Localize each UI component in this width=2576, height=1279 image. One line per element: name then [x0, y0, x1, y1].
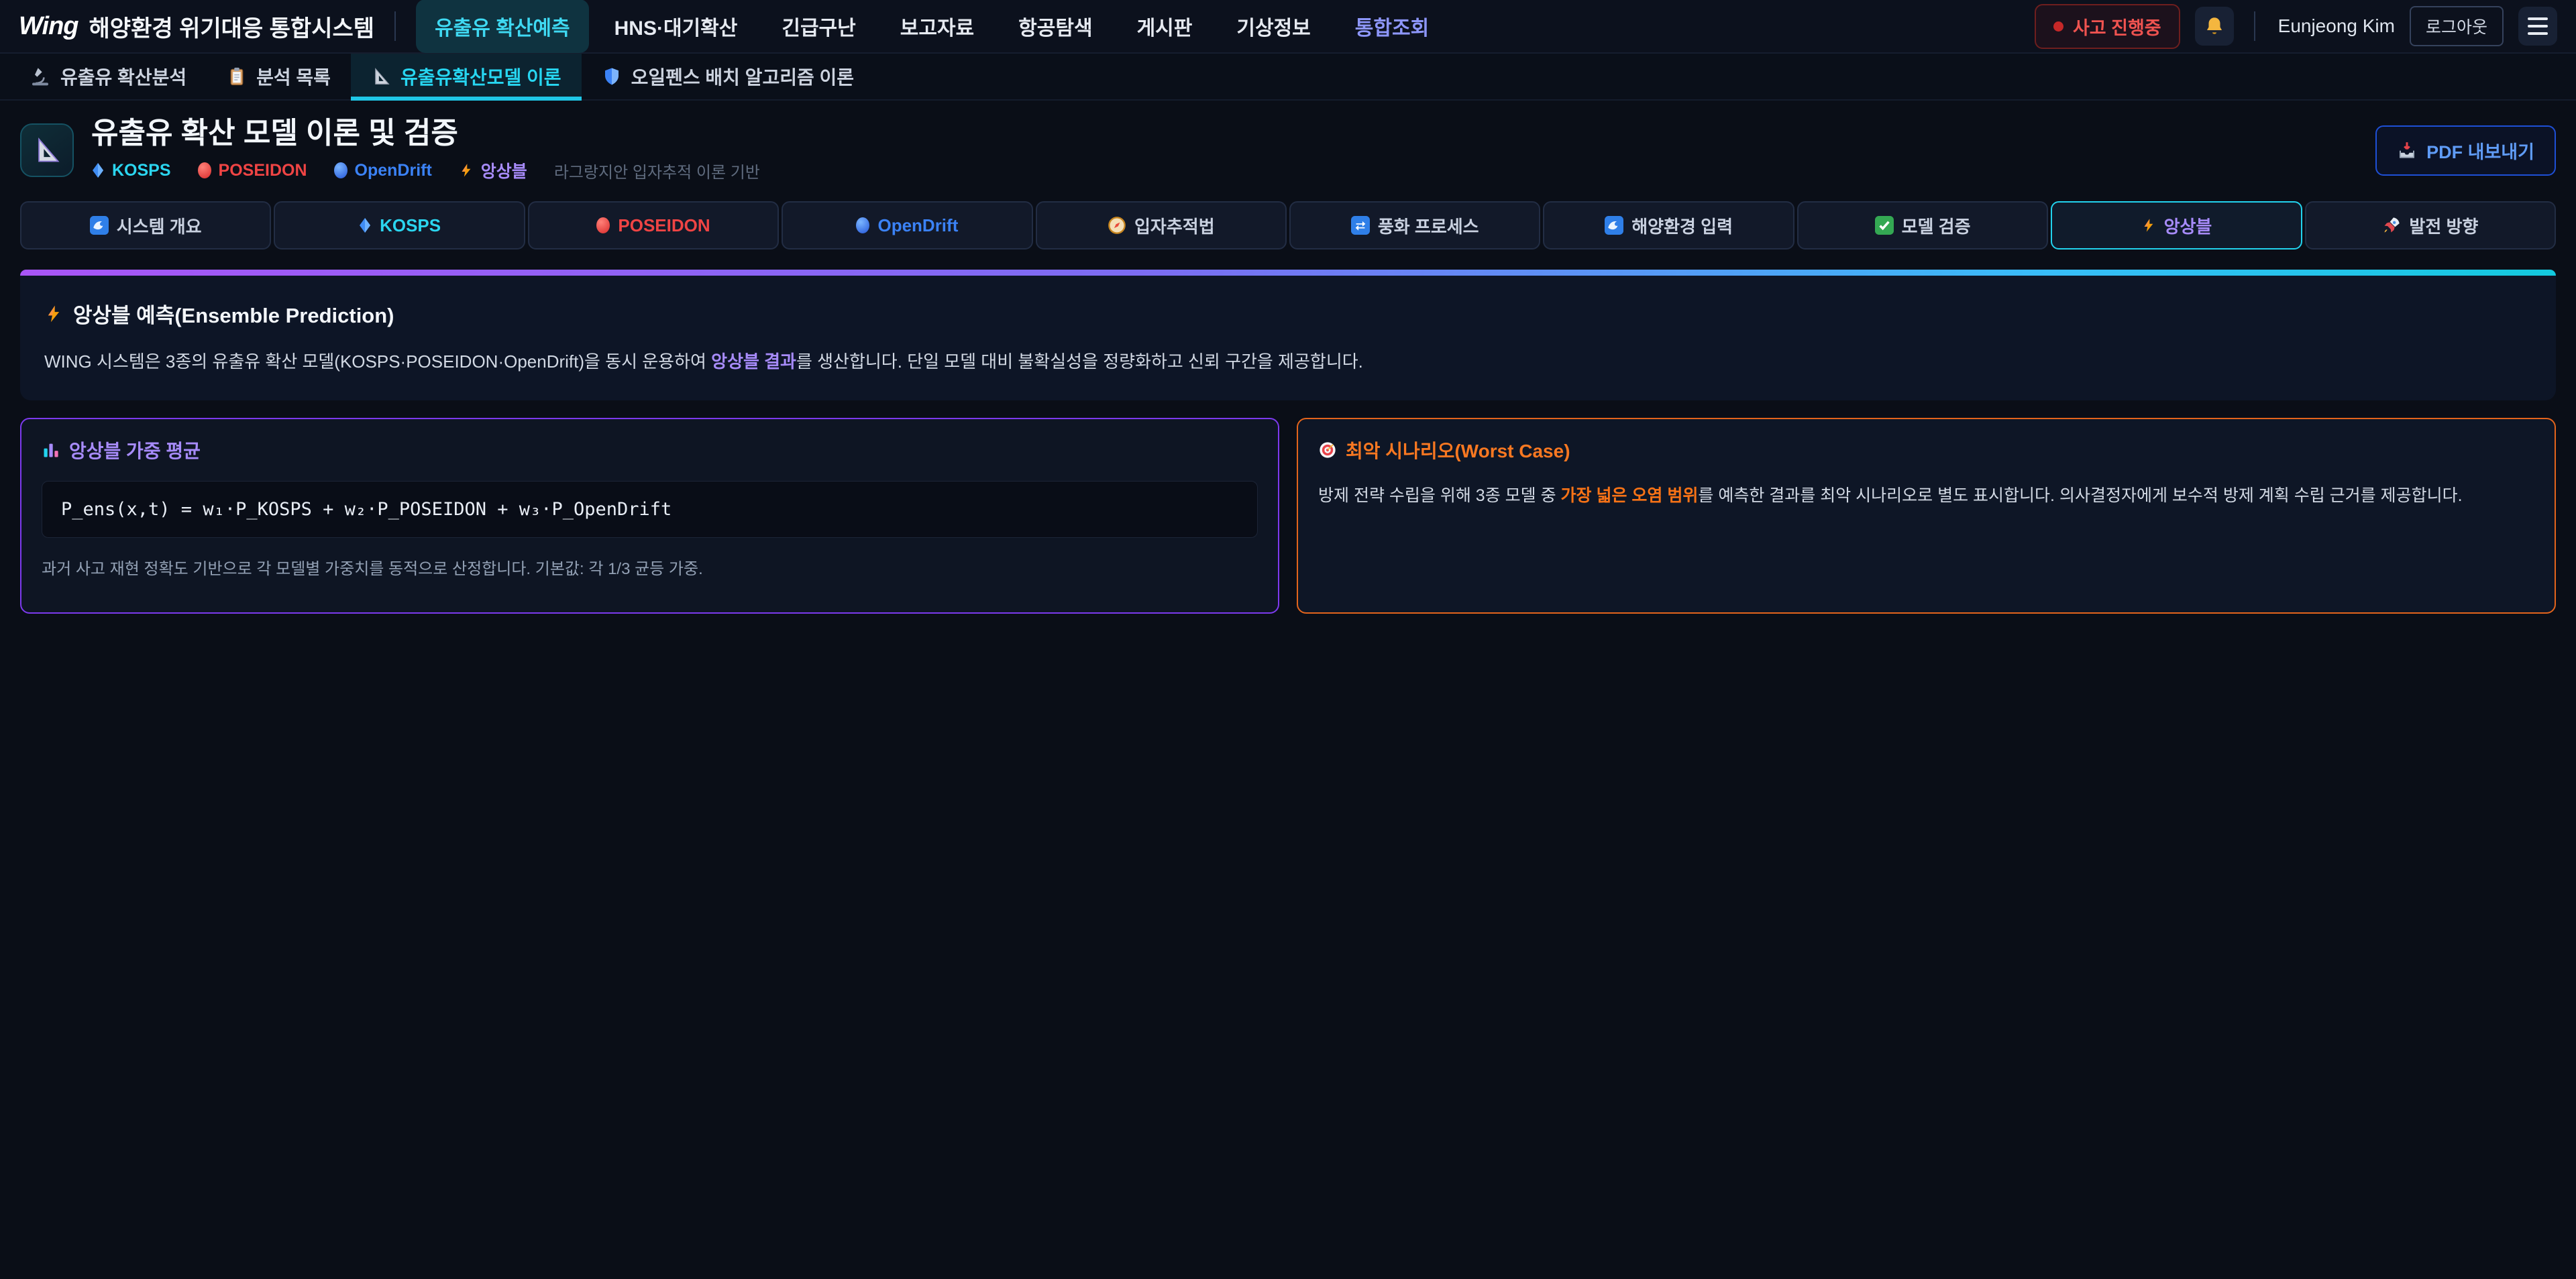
weighted-card-note: 과거 사고 재현 정확도 기반으로 각 모델별 가중치를 동적으로 산정합니다.…	[42, 555, 1258, 579]
set-square-icon	[32, 135, 62, 165]
weighted-card-title: 앙상블 가중 평균	[42, 437, 1258, 463]
check-icon	[1875, 216, 1894, 235]
section-description: WING 시스템은 3종의 유출유 확산 모델(KOSPS·POSEIDON·O…	[44, 349, 2532, 375]
repeat-icon	[1351, 216, 1370, 235]
app-logo: Wing 해양환경 위기대응 통합시스템	[19, 10, 374, 43]
wave-icon	[90, 216, 109, 235]
section-nav: 시스템 개요 KOSPS POSEIDON OpenDrift 입자추적법 풍화…	[20, 201, 2556, 249]
tab-oil-fence-algorithm-theory[interactable]: 오일펜스 배치 알고리즘 이론	[582, 54, 874, 99]
tab-label: 유출유 확산분석	[60, 63, 186, 90]
notifications-button[interactable]	[2195, 7, 2234, 46]
pdf-export-label: PDF 내보내기	[2426, 137, 2534, 164]
page-title: 유출유 확산 모델 이론 및 검증	[91, 118, 760, 149]
red-circle-icon	[596, 217, 610, 233]
pill-weathering-process[interactable]: 풍화 프로세스	[1289, 201, 1540, 249]
menu-item-reports[interactable]: 보고자료	[881, 0, 993, 53]
tab-analysis-list[interactable]: 분석 목록	[207, 54, 351, 99]
weighted-average-card: 앙상블 가중 평균 P_ens(x,t) = w₁·P_KOSPS + w₂·P…	[20, 418, 1279, 614]
pill-model-validation[interactable]: 모델 검증	[1797, 201, 2048, 249]
bar-chart-icon	[42, 441, 60, 459]
diamond-icon	[91, 162, 105, 178]
clipboard-icon	[227, 66, 247, 87]
divider	[2254, 11, 2255, 41]
title-block: 유출유 확산 모델 이론 및 검증 KOSPS POSEIDON OpenDri…	[91, 118, 760, 182]
subtitle-note: 라그랑지안 입자추적 이론 기반	[554, 159, 760, 182]
ensemble-section: 앙상블 예측(Ensemble Prediction) WING 시스템은 3종…	[20, 276, 2556, 400]
badge-poseidon: POSEIDON	[198, 161, 307, 180]
highlight-widest-range: 가장 넓은 오염 범위	[1561, 486, 1699, 505]
worst-card-description: 방제 전략 수립을 위해 3종 모델 중 가장 넓은 오염 범위를 예측한 결과…	[1318, 484, 2534, 509]
ensemble-cards: 앙상블 가중 평균 P_ens(x,t) = w₁·P_KOSPS + w₂·P…	[20, 418, 2556, 614]
blue-circle-icon	[334, 162, 347, 178]
logo-icon: Wing	[19, 12, 78, 41]
tab-oil-spill-analysis[interactable]: 유출유 확산분석	[9, 54, 207, 99]
compass-icon	[1108, 216, 1126, 235]
menu-item-oil-spill-prediction[interactable]: 유출유 확산예측	[416, 0, 589, 53]
incident-dot-icon	[2053, 21, 2063, 32]
wave-icon	[1605, 216, 1623, 235]
menu-item-aerial-search[interactable]: 항공탐색	[1000, 0, 1111, 53]
ensemble-formula: P_ens(x,t) = w₁·P_KOSPS + w₂·P_POSEIDON …	[42, 481, 1258, 538]
menu-toggle-button[interactable]	[2518, 7, 2557, 46]
microscope-icon	[30, 66, 51, 87]
diamond-icon	[358, 217, 372, 233]
bolt-icon	[44, 303, 63, 325]
pill-ensemble[interactable]: 앙상블	[2051, 201, 2302, 249]
menu-item-emergency-rescue[interactable]: 긴급구난	[763, 0, 874, 53]
menu-item-hns-diffusion[interactable]: HNS·대기확산	[596, 0, 757, 53]
bell-icon	[2203, 15, 2226, 38]
pill-marine-environment-input[interactable]: 해양환경 입력	[1543, 201, 1794, 249]
pill-system-overview[interactable]: 시스템 개요	[20, 201, 271, 249]
divider	[394, 11, 396, 41]
set-square-icon	[371, 66, 391, 87]
menu-item-integrated-search[interactable]: 통합조회	[1336, 0, 1448, 53]
blue-circle-icon	[856, 217, 869, 233]
badge-kosps: KOSPS	[91, 161, 171, 180]
tab-label: 유출유확산모델 이론	[400, 63, 561, 90]
main-menu: 유출유 확산예측 HNS·대기확산 긴급구난 보고자료 항공탐색 게시판 기상정…	[416, 0, 1448, 53]
pill-poseidon[interactable]: POSEIDON	[528, 201, 779, 249]
pill-kosps[interactable]: KOSPS	[274, 201, 525, 249]
rocket-icon	[2382, 216, 2401, 235]
incident-status-label: 사고 진행중	[2073, 13, 2161, 40]
pill-opendrift[interactable]: OpenDrift	[782, 201, 1032, 249]
menu-item-board[interactable]: 게시판	[1118, 0, 1212, 53]
download-icon	[2397, 140, 2417, 160]
highlight-ensemble-result: 앙상블 결과	[711, 351, 796, 372]
bolt-icon	[2141, 217, 2156, 234]
topbar: Wing 해양환경 위기대응 통합시스템 유출유 확산예측 HNS·대기확산 긴…	[0, 0, 2576, 54]
pill-future-direction[interactable]: 발전 방향	[2305, 201, 2556, 249]
menu-item-weather[interactable]: 기상정보	[1218, 0, 1329, 53]
page-header: 유출유 확산 모델 이론 및 검증 KOSPS POSEIDON OpenDri…	[0, 101, 2576, 197]
page-icon-tile	[20, 123, 74, 177]
tab-label: 오일펜스 배치 알고리즘 이론	[631, 63, 854, 90]
incident-status-badge: 사고 진행중	[2035, 4, 2180, 49]
pill-particle-tracking[interactable]: 입자추적법	[1036, 201, 1287, 249]
logout-button[interactable]: 로그아웃	[2410, 6, 2504, 46]
worst-case-card: 최악 시나리오(Worst Case) 방제 전략 수립을 위해 3종 모델 중…	[1297, 418, 2556, 614]
badge-opendrift: OpenDrift	[334, 161, 432, 180]
sub-tabbar: 유출유 확산분석 분석 목록 유출유확산모델 이론	[0, 54, 2576, 101]
app-title: 해양환경 위기대응 통합시스템	[89, 10, 375, 43]
target-icon	[1318, 441, 1337, 459]
tab-spill-model-theory[interactable]: 유출유확산모델 이론	[351, 54, 582, 99]
user-name: Eunjeong Kim	[2278, 15, 2395, 37]
tab-label: 분석 목록	[256, 63, 331, 90]
section-heading: 앙상블 예측(Ensemble Prediction)	[44, 298, 2532, 329]
worst-card-title: 최악 시나리오(Worst Case)	[1318, 437, 2534, 463]
badge-ensemble: 앙상블	[459, 158, 527, 182]
bolt-icon	[459, 162, 474, 178]
red-circle-icon	[198, 162, 211, 178]
model-badge-row: KOSPS POSEIDON OpenDrift 앙상블 라그랑지안 입자추적 …	[91, 158, 760, 182]
pdf-export-button[interactable]: PDF 내보내기	[2375, 125, 2556, 176]
shield-icon	[602, 66, 622, 87]
section-gradient-accent	[20, 270, 2556, 276]
hamburger-icon	[2528, 17, 2548, 35]
